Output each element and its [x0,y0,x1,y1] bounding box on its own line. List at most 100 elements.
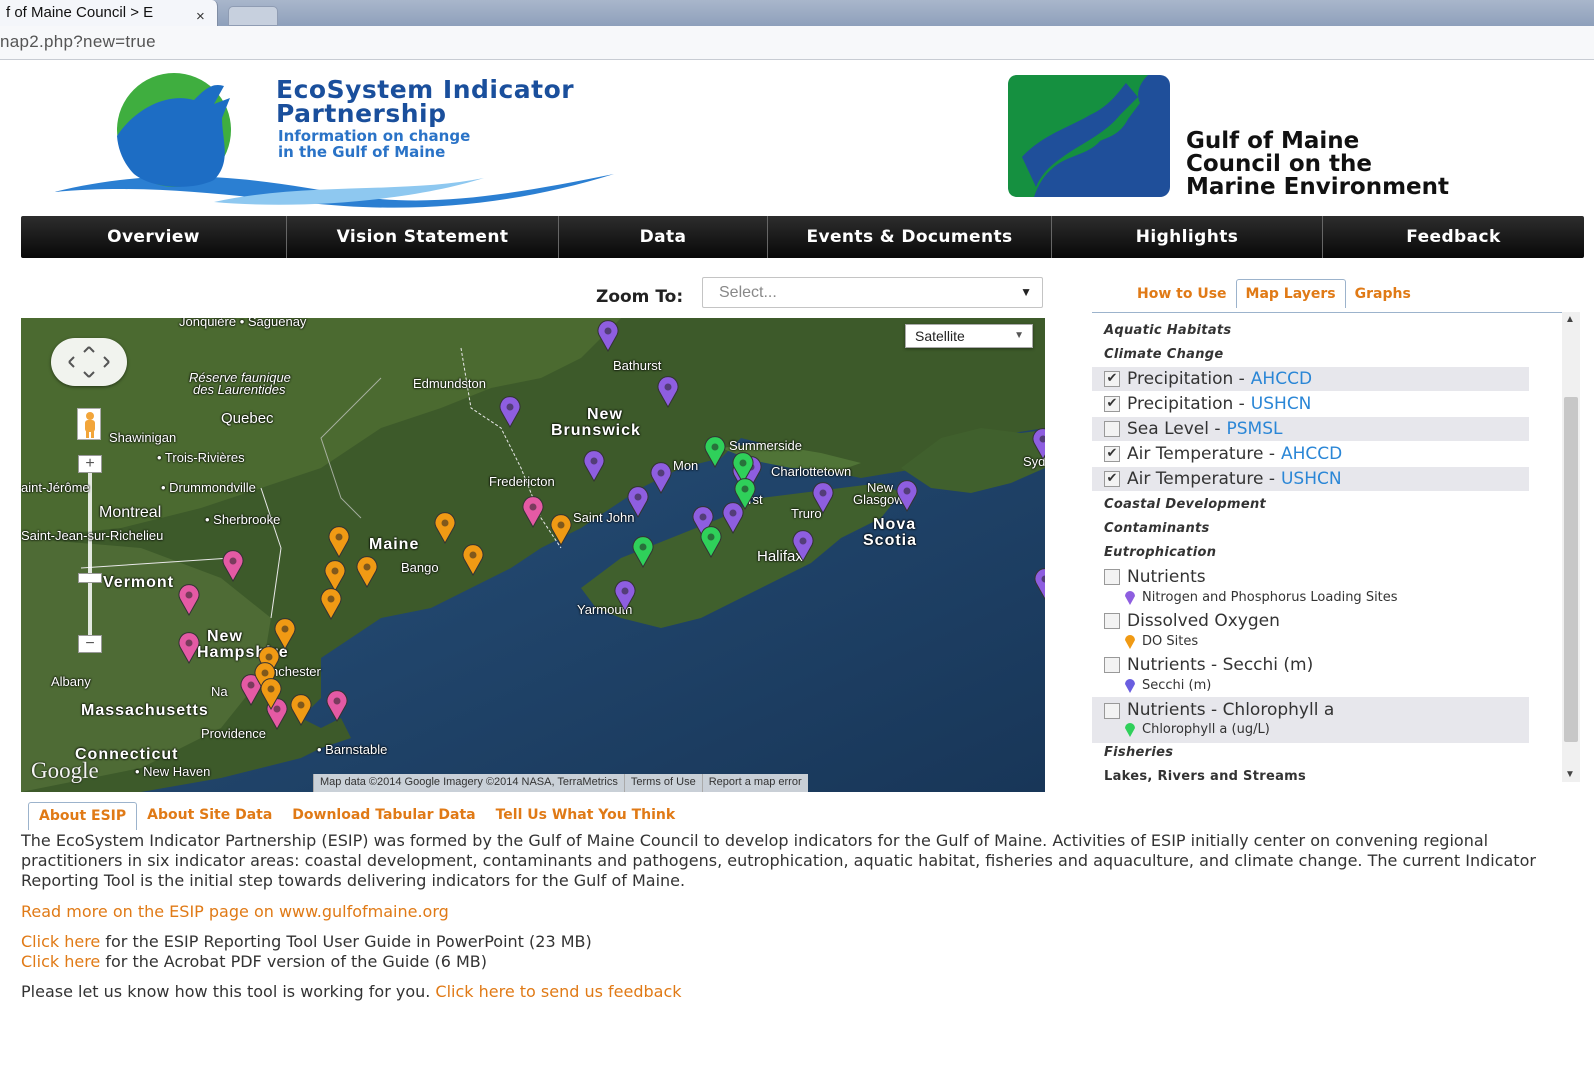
category-fisheries[interactable]: Fisheries [1104,745,1173,760]
legend-nutrient-loading: Nitrogen and Phosphorus Loading Sites [1124,589,1398,605]
street-view-pegman-icon[interactable] [77,408,101,440]
layer-dissolved-oxygen[interactable]: Dissolved Oxygen [1092,609,1529,633]
nav-events-documents[interactable]: Events & Documents [768,216,1052,258]
nav-highlights[interactable]: Highlights [1052,216,1323,258]
map-marker-icon[interactable] [582,450,606,482]
map-marker-icon[interactable] [811,482,835,514]
map-marker-icon[interactable] [649,462,673,494]
orange-marker-icon [1125,635,1135,649]
layer-nutrients-secchi[interactable]: Nutrients - Secchi (m) [1092,653,1529,677]
map-marker-icon[interactable] [177,632,201,664]
map-marker-icon[interactable] [461,544,485,576]
map-zoom-out-button[interactable]: − [78,635,102,653]
map-marker-icon[interactable] [549,514,573,546]
category-aquatic-habitats[interactable]: Aquatic Habitats [1104,323,1231,338]
layer-source-link[interactable]: USHCN [1251,394,1312,414]
ppt-guide-link[interactable]: Click here [21,932,100,951]
tab-about-site-data[interactable]: About Site Data [137,802,282,830]
tab-download-tabular-data[interactable]: Download Tabular Data [282,802,485,830]
tab-how-to-use[interactable]: How to Use [1128,280,1236,308]
place-label: • Drummondville [161,480,256,495]
layer-checkbox[interactable]: ✔ [1104,446,1120,462]
category-coastal-development[interactable]: Coastal Development [1104,497,1266,512]
tab-about-esip[interactable]: About ESIP [28,802,138,830]
map-marker-icon[interactable] [221,550,245,582]
map-marker-icon[interactable] [613,580,637,612]
scroll-up-icon[interactable]: ▲ [1565,314,1575,325]
nav-data[interactable]: Data [559,216,768,258]
map-marker-icon[interactable] [289,694,313,726]
tab-tell-us[interactable]: Tell Us What You Think [486,802,686,830]
close-tab-icon[interactable]: × [196,4,205,26]
map-zoom-in-button[interactable]: + [78,455,102,473]
layer-precipitation-ahccd[interactable]: ✔ Precipitation - AHCCD [1092,367,1529,391]
map-marker-icon[interactable] [791,530,815,562]
map-marker-icon[interactable] [433,512,457,544]
map-marker-icon[interactable] [895,480,919,512]
map-marker-icon[interactable] [699,526,723,558]
layer-checkbox[interactable] [1104,569,1120,585]
tab-map-layers[interactable]: Map Layers [1235,279,1346,308]
layer-nutrients[interactable]: Nutrients [1092,565,1529,589]
layer-label: Nutrients [1127,567,1206,587]
layer-air-temperature-ahccd[interactable]: ✔ Air Temperature - AHCCD [1092,442,1529,466]
layer-air-temperature-ushcn[interactable]: ✔ Air Temperature - USHCN [1092,467,1529,491]
address-bar[interactable]: nap2.php?new=true [0,26,1594,60]
map-type-select[interactable]: Satellite ▼ [905,324,1033,348]
layers-scrollbar[interactable]: ▲ ▼ [1562,312,1580,782]
scroll-down-icon[interactable]: ▼ [1565,769,1575,780]
tab-graphs[interactable]: Graphs [1346,280,1420,308]
map-marker-icon[interactable] [327,526,351,558]
zoom-slider-handle[interactable] [78,573,102,583]
new-tab-button[interactable] [228,6,278,26]
map-marker-icon[interactable] [1033,568,1045,600]
nav-overview[interactable]: Overview [21,216,287,258]
category-lakes-rivers-streams[interactable]: Lakes, Rivers and Streams [1104,769,1306,782]
layer-precipitation-ushcn[interactable]: ✔ Precipitation - USHCN [1092,392,1529,416]
map-marker-icon[interactable] [596,320,620,352]
gulf-of-maine-council-logo[interactable] [1008,75,1170,197]
map-marker-icon[interactable] [1031,428,1045,460]
nav-feedback[interactable]: Feedback [1323,216,1584,258]
map-marker-icon[interactable] [355,556,379,588]
read-more-link[interactable]: Read more on the ESIP page on www.gulfof… [21,902,449,921]
feedback-link[interactable]: Click here to send us feedback [435,982,681,1001]
map-marker-icon[interactable] [325,690,349,722]
nav-vision-statement[interactable]: Vision Statement [287,216,559,258]
map-marker-icon[interactable] [626,486,650,518]
layer-source-link[interactable]: PSMSL [1226,419,1282,439]
map-marker-icon[interactable] [733,478,757,510]
layer-checkbox[interactable] [1104,421,1120,437]
layer-source-link[interactable]: AHCCD [1281,444,1342,464]
map-marker-icon[interactable] [498,396,522,428]
layer-checkbox[interactable] [1104,703,1120,719]
layer-checkbox[interactable]: ✔ [1104,371,1120,387]
map-marker-icon[interactable] [656,376,680,408]
map-marker-icon[interactable] [631,536,655,568]
map-marker-icon[interactable] [259,678,283,710]
map-marker-icon[interactable] [703,436,727,468]
map-canvas[interactable]: + − Satellite ▼ Jonquière • Saguenay Rés… [21,318,1045,792]
layer-checkbox[interactable] [1104,613,1120,629]
pdf-guide-link[interactable]: Click here [21,952,100,971]
report-map-error-link[interactable]: Report a map error [701,774,808,792]
legend-do-sites: DO Sites [1124,633,1198,649]
map-marker-icon[interactable] [319,588,343,620]
terms-of-use-link[interactable]: Terms of Use [623,774,702,792]
map-marker-icon[interactable] [177,584,201,616]
layer-sea-level-psmsl[interactable]: Sea Level - PSMSL [1092,417,1529,441]
zoom-to-select[interactable]: Select... ▼ [702,277,1043,308]
map-terrain [21,318,1045,792]
layer-source-link[interactable]: USHCN [1281,469,1342,489]
scrollbar-thumb[interactable] [1564,397,1578,742]
category-climate-change[interactable]: Climate Change [1104,347,1223,362]
layer-source-link[interactable]: AHCCD [1251,369,1312,389]
category-contaminants[interactable]: Contaminants [1104,521,1210,536]
browser-tab[interactable]: f of Maine Council > E × [0,0,218,26]
category-eutrophication[interactable]: Eutrophication [1104,545,1216,560]
layer-checkbox[interactable]: ✔ [1104,396,1120,412]
map-marker-icon[interactable] [521,496,545,528]
layer-checkbox[interactable]: ✔ [1104,471,1120,487]
pan-control[interactable] [51,338,127,386]
layer-checkbox[interactable] [1104,657,1120,673]
